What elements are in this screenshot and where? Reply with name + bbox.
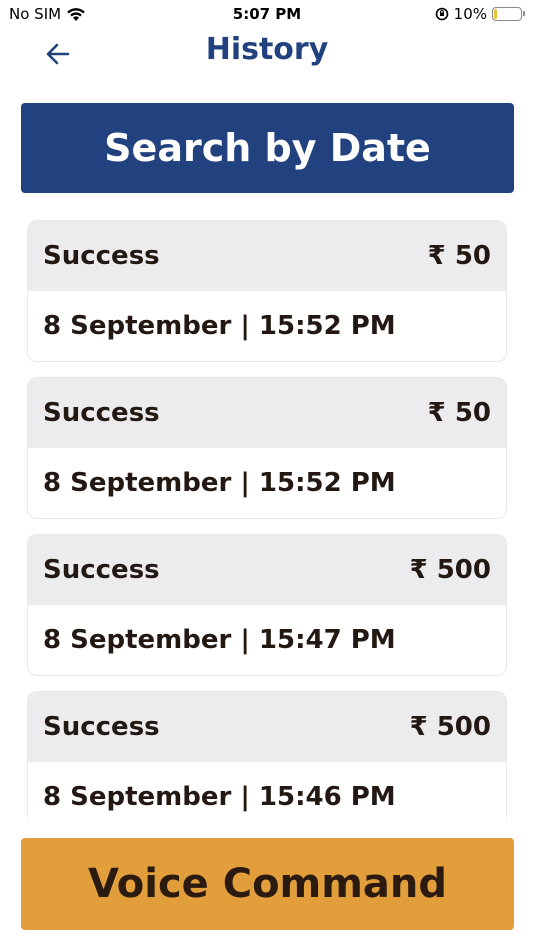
transaction-body: 8 September | 15:52 PM [28,448,506,518]
transaction-body: 8 September | 15:47 PM [28,605,506,675]
transaction-card[interactable]: Success ₹ 50 8 September | 15:52 PM [27,377,507,519]
transaction-header: Success ₹ 50 [28,378,506,448]
page-title: History [205,32,329,67]
transaction-card[interactable]: Success ₹ 500 8 September | 15:46 PM [27,691,507,818]
transaction-status: Success [43,398,160,428]
transaction-amount: ₹ 50 [427,398,491,428]
transaction-header: Success ₹ 500 [28,535,506,605]
transaction-header: Success ₹ 500 [28,692,506,762]
battery-level [494,9,497,19]
transaction-datetime: 8 September | 15:52 PM [43,311,396,341]
transaction-card[interactable]: Success ₹ 50 8 September | 15:52 PM [27,220,507,362]
transaction-amount: ₹ 500 [409,712,491,742]
voice-command-button[interactable]: Voice Command [21,838,514,930]
transaction-status: Success [43,555,160,585]
transaction-body: 8 September | 15:52 PM [28,291,506,361]
transaction-amount: ₹ 50 [427,241,491,271]
transaction-datetime: 8 September | 15:52 PM [43,468,396,498]
search-by-date-button[interactable]: Search by Date [21,103,514,193]
battery-percent: 10% [453,5,487,23]
transaction-body: 8 September | 15:46 PM [28,762,506,818]
transaction-card[interactable]: Success ₹ 500 8 September | 15:47 PM [27,534,507,676]
transaction-datetime: 8 September | 15:46 PM [43,782,396,812]
transaction-status: Success [43,241,160,271]
status-right-group: 10% [435,5,525,23]
battery-icon [492,7,525,21]
nav-bar: History [0,28,534,80]
orientation-lock-icon [435,7,448,21]
status-bar: No SIM 5:07 PM 10% [0,0,534,28]
transaction-header: Success ₹ 50 [28,221,506,291]
transaction-datetime: 8 September | 15:47 PM [43,625,396,655]
transaction-amount: ₹ 500 [409,555,491,585]
history-list[interactable]: Success ₹ 50 8 September | 15:52 PM Succ… [27,220,507,818]
transaction-status: Success [43,712,160,742]
